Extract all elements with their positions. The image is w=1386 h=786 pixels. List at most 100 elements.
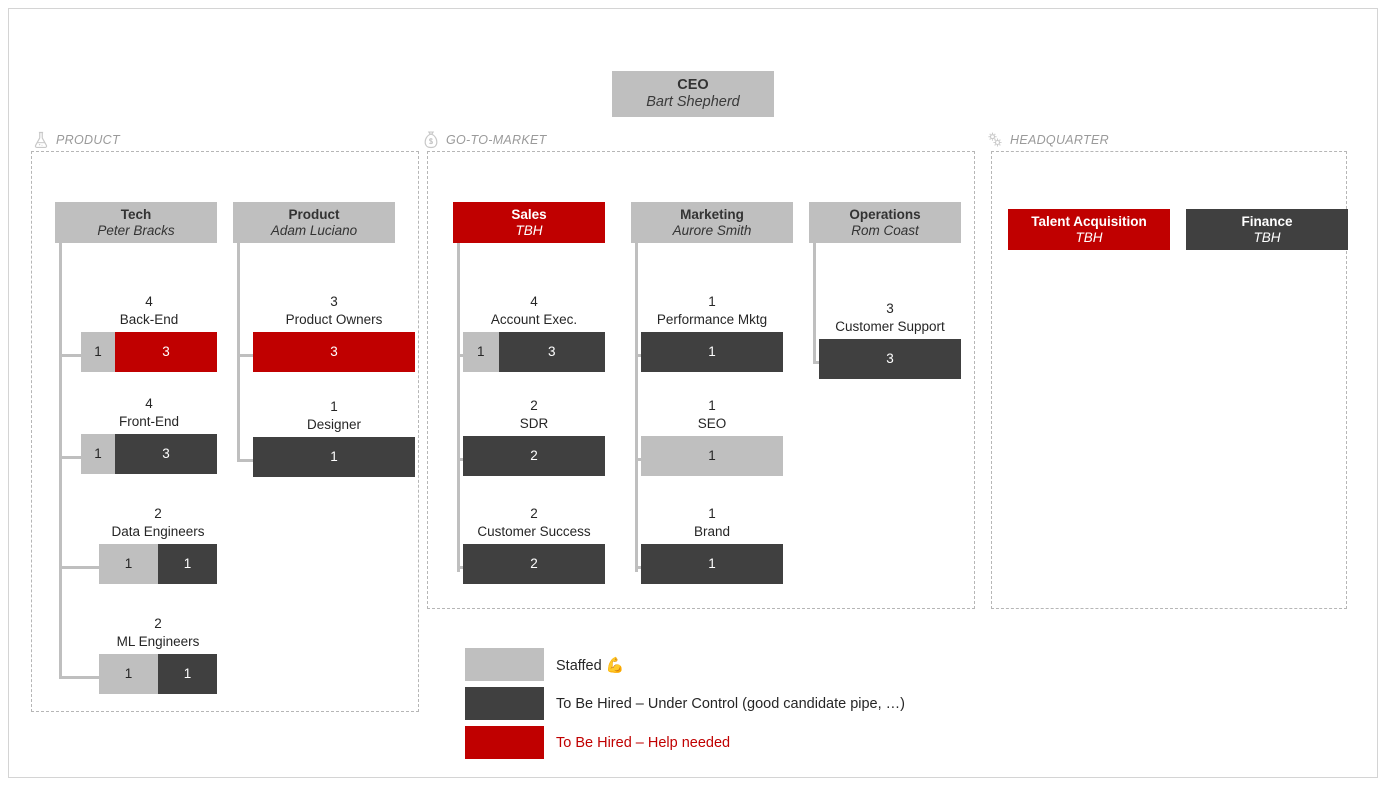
department-header-product[interactable]: Product Adam Luciano — [233, 202, 395, 243]
role-count: 1 — [330, 399, 338, 414]
department-header-talent-acquisition[interactable]: Talent Acquisition TBH — [1008, 209, 1170, 250]
department-lead: TBH — [1253, 229, 1281, 245]
role-caption: 4 Back-End — [81, 293, 217, 329]
department-title: Finance — [1241, 213, 1293, 229]
department-title: Operations — [849, 206, 921, 222]
role-segment-staffed: 1 — [463, 331, 499, 372]
department-title: Sales — [511, 206, 547, 222]
role-back-end[interactable]: 4 Back-End 1 3 — [81, 293, 217, 372]
role-caption: 3 Product Owners — [253, 293, 415, 329]
role-label: SEO — [697, 415, 727, 431]
role-front-end[interactable]: 4 Front-End 1 3 — [81, 395, 217, 474]
role-label: Front-End — [118, 413, 180, 429]
department-lead: TBH — [515, 222, 543, 238]
connector-trunk — [635, 243, 638, 572]
role-segment-to-be-hired: 3 — [819, 338, 961, 379]
department-header-operations[interactable]: Operations Rom Coast — [809, 202, 961, 243]
role-count: 2 — [530, 506, 538, 521]
role-brand[interactable]: 1 Brand 1 — [641, 505, 783, 584]
role-bar: 1 — [253, 436, 415, 477]
department-lead: Adam Luciano — [270, 222, 358, 238]
role-bar: 2 — [463, 435, 605, 476]
role-bar: 1 — [641, 543, 783, 584]
department-talent-acquisition: Talent Acquisition TBH — [1008, 209, 1170, 250]
role-count: 2 — [530, 398, 538, 413]
role-segment-staffed: 1 — [99, 543, 158, 584]
role-product-owners[interactable]: 3 Product Owners 3 — [253, 293, 415, 372]
role-label: ML Engineers — [116, 633, 200, 649]
role-caption: 2 Customer Success — [463, 505, 605, 541]
role-label: Account Exec. — [490, 311, 578, 327]
role-caption: 4 Front-End — [81, 395, 217, 431]
zone-label-gotomarket: GO-TO-MARKET — [421, 130, 547, 150]
role-customer-success[interactable]: 2 Customer Success 2 — [463, 505, 605, 584]
role-sdr[interactable]: 2 SDR 2 — [463, 397, 605, 476]
legend-row-help-needed: To Be Hired – Help needed — [465, 726, 905, 759]
money-bag-icon — [421, 130, 441, 150]
department-title: Product — [288, 206, 340, 222]
department-lead: TBH — [1075, 229, 1103, 245]
role-caption: 2 SDR — [463, 397, 605, 433]
connector-stub — [59, 456, 83, 459]
role-segment-staffed: 1 — [99, 653, 158, 694]
department-product: Product Adam Luciano 3 Product Owners 3 … — [233, 202, 415, 482]
legend-text-staffed: Staffed — [556, 657, 602, 674]
department-operations: Operations Rom Coast 3 Customer Support … — [809, 202, 961, 382]
department-title: Tech — [120, 206, 152, 222]
role-count: 1 — [708, 294, 716, 309]
department-sales: Sales TBH 4 Account Exec. 1 3 2 SDR 2 2 … — [453, 202, 605, 592]
department-header-sales[interactable]: Sales TBH — [453, 202, 605, 243]
role-caption: 3 Customer Support — [819, 300, 961, 336]
connector-stub — [59, 676, 101, 679]
ceo-box[interactable]: CEO Bart Shepherd — [612, 71, 774, 117]
department-lead: Aurore Smith — [672, 222, 752, 238]
flask-icon — [31, 130, 51, 150]
role-count: 3 — [886, 301, 894, 316]
role-label: SDR — [519, 415, 549, 431]
role-segment-to-be-hired: 2 — [463, 435, 605, 476]
department-header-marketing[interactable]: Marketing Aurore Smith — [631, 202, 793, 243]
role-segment-help-needed: 3 — [253, 331, 415, 372]
role-designer[interactable]: 1 Designer 1 — [253, 398, 415, 477]
legend-label-to-be-hired: To Be Hired – Under Control (good candid… — [556, 695, 905, 712]
role-performance-mktg[interactable]: 1 Performance Mktg 1 — [641, 293, 783, 372]
role-segment-to-be-hired: 3 — [115, 433, 217, 474]
department-header-tech[interactable]: Tech Peter Bracks — [55, 202, 217, 243]
role-caption: 2 ML Engineers — [99, 615, 217, 651]
role-segment-to-be-hired: 1 — [641, 331, 783, 372]
legend-row-staffed: Staffed 💪 — [465, 648, 905, 681]
role-count: 1 — [708, 506, 716, 521]
role-caption: 1 Brand — [641, 505, 783, 541]
legend-swatch-help-needed — [465, 726, 544, 759]
role-caption: 4 Account Exec. — [463, 293, 605, 329]
department-title: Marketing — [680, 206, 744, 222]
department-header-finance[interactable]: Finance TBH — [1186, 209, 1348, 250]
role-count: 4 — [530, 294, 538, 309]
connector-trunk — [457, 243, 460, 572]
role-bar: 1 3 — [81, 433, 217, 474]
role-account-exec[interactable]: 4 Account Exec. 1 3 — [463, 293, 605, 372]
role-bar: 1 — [641, 331, 783, 372]
department-lead: Peter Bracks — [97, 222, 175, 238]
role-bar: 1 — [641, 435, 783, 476]
role-data-engineers[interactable]: 2 Data Engineers 1 1 — [99, 505, 217, 584]
role-caption: 1 Designer — [253, 398, 415, 434]
legend: Staffed 💪 To Be Hired – Under Control (go… — [465, 648, 905, 765]
role-ml-engineers[interactable]: 2 ML Engineers 1 1 — [99, 615, 217, 694]
department-finance: Finance TBH — [1186, 209, 1348, 250]
role-label: Back-End — [119, 311, 179, 327]
role-label: Product Owners — [285, 311, 383, 327]
role-segment-to-be-hired: 1 — [253, 436, 415, 477]
role-count: 3 — [330, 294, 338, 309]
legend-swatch-staffed — [465, 648, 544, 681]
legend-swatch-to-be-hired — [465, 687, 544, 720]
zone-label-text: GO-TO-MARKET — [446, 133, 547, 147]
role-label: Customer Support — [835, 318, 945, 334]
role-seo[interactable]: 1 SEO 1 — [641, 397, 783, 476]
role-bar: 3 — [253, 331, 415, 372]
flexed-biceps-icon: 💪 — [605, 656, 625, 674]
role-bar: 2 — [463, 543, 605, 584]
role-customer-support[interactable]: 3 Customer Support 3 — [819, 300, 961, 379]
role-caption: 1 SEO — [641, 397, 783, 433]
zone-label-text: PRODUCT — [56, 133, 120, 147]
